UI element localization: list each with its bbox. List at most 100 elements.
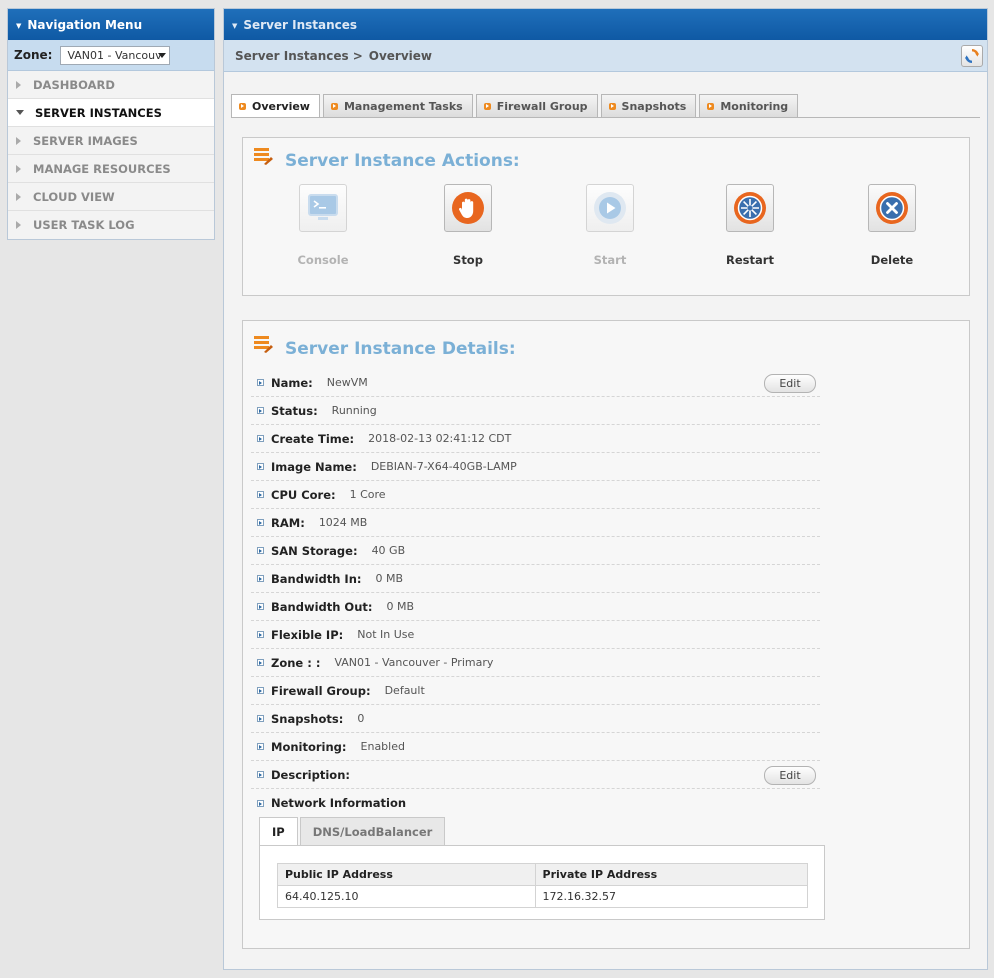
detail-value: 0 [357,712,365,725]
detail-key: Bandwidth In: [271,571,362,586]
navigation-title: Navigation Menu [27,17,143,32]
tab-dns-loadbalancer[interactable]: DNS/LoadBalancer [299,817,446,845]
tab-bullet-icon [239,103,246,110]
delete-label: Delete [870,253,914,267]
start-action: Start [570,184,650,267]
zone-label: Zone: [14,48,53,62]
detail-row-create-time: Create Time: 2018-02-13 02:41:12 CDT [251,425,820,453]
ip-address-table: Public IP Address Private IP Address 64.… [277,863,809,908]
tab-management-tasks[interactable]: Management Tasks [322,94,473,117]
document-list-icon [254,148,273,165]
detail-row-san-storage: SAN Storage: 40 GB [251,537,820,565]
detail-row-name: Name: NewVM Edit [251,369,820,397]
detail-key: RAM: [271,515,305,530]
detail-value: Not In Use [357,628,415,641]
tab-ip[interactable]: IP [259,817,298,845]
nav-item-label: SERVER IMAGES [33,133,138,148]
detail-key: Zone : : [271,655,321,670]
bullet-icon [257,603,264,610]
detail-key: Description: [271,767,350,782]
zone-select-value: VAN01 - Vancouv [67,48,162,62]
edit-description-button[interactable]: Edit [764,766,816,785]
bullet-icon [257,547,264,554]
delete-button[interactable] [868,184,916,232]
column-header-private-ip: Private IP Address [534,863,809,886]
detail-row-flexible-ip: Flexible IP: Not In Use [251,621,820,649]
stop-button[interactable] [444,184,492,232]
detail-value: 40 GB [371,544,406,557]
detail-key: Name: [271,375,313,390]
nav-item-cloud-view[interactable]: CLOUD VIEW [8,183,214,211]
server-instance-actions: Server Instance Actions: Console Stop St… [242,137,970,296]
navigation-header[interactable]: ▼ Navigation Menu [8,9,214,40]
detail-row-zone: Zone : : VAN01 - Vancouver - Primary [251,649,820,677]
bullet-icon [257,631,264,638]
detail-key: Network Information [271,796,407,810]
tab-label: Snapshots [621,99,687,113]
zone-selector-row: Zone: VAN01 - Vancouv [8,40,214,71]
bullet-icon [257,491,264,498]
detail-key: Image Name: [271,459,357,474]
tab-label: Monitoring [720,99,789,113]
bullet-icon [257,743,264,750]
restart-icon [734,192,766,224]
detail-row-network-information: Network Information [251,789,820,817]
document-list-icon [254,336,273,353]
nav-item-server-images[interactable]: SERVER IMAGES [8,127,214,155]
detail-key: Bandwidth Out: [271,599,373,614]
bullet-icon [257,407,264,414]
chevron-down-icon [158,52,167,58]
expand-arrow-icon [16,164,21,173]
collapse-arrow-icon: ▼ [16,21,22,30]
main-title: Server Instances [243,17,358,32]
tab-bullet-icon [707,102,715,110]
detail-value: 0 MB [386,600,415,613]
detail-value: Enabled [360,740,405,753]
refresh-button[interactable] [961,45,983,67]
server-instance-details: Server Instance Details: Name: NewVM Edi… [242,320,970,949]
nav-item-server-instances[interactable]: SERVER INSTANCES [8,99,214,127]
expand-arrow-icon [16,136,21,145]
collapse-arrow-icon: ▼ [232,21,238,30]
start-button[interactable] [586,184,634,232]
restart-button[interactable] [726,184,774,232]
breadcrumb-item-server-instances[interactable]: Server Instances [235,49,349,63]
detail-key: Monitoring: [271,739,347,754]
private-ip-cell: 172.16.32.57 [534,885,809,908]
console-button[interactable] [299,184,347,232]
tab-overview[interactable]: Overview [231,94,320,118]
zone-select[interactable]: VAN01 - Vancouv [60,45,171,65]
nav-item-label: USER TASK LOG [33,218,135,232]
tab-snapshots[interactable]: Snapshots [600,94,697,117]
tab-firewall-group[interactable]: Firewall Group [475,94,598,117]
expand-arrow-icon [16,221,21,229]
detail-key: Firewall Group: [271,683,371,698]
nav-item-label: CLOUD VIEW [33,189,115,204]
detail-key: CPU Core: [271,487,336,502]
nav-item-user-task-log[interactable]: USER TASK LOG [8,211,214,239]
console-icon [308,194,338,220]
main-header[interactable]: ▼ Server Instances [224,9,987,40]
tab-monitoring[interactable]: Monitoring [699,94,799,117]
tab-label: Management Tasks [343,99,463,113]
nav-item-dashboard[interactable]: DASHBOARD [8,71,214,99]
public-ip-cell: 64.40.125.10 [277,885,536,908]
breadcrumb-separator: > [352,48,363,63]
start-label: Start [593,253,627,267]
edit-name-button[interactable]: Edit [764,374,816,393]
network-tab-content: Public IP Address Private IP Address 64.… [259,845,825,920]
bullet-icon [257,379,264,386]
navigation-panel: ▼ Navigation Menu Zone: VAN01 - Vancouv … [7,8,215,240]
tab-label: Firewall Group [496,99,588,113]
play-icon [594,192,626,224]
stop-label: Stop [453,253,483,267]
nav-item-manage-resources[interactable]: MANAGE RESOURCES [8,155,214,183]
breadcrumb: Server Instances > Overview [224,40,987,72]
detail-row-firewall-group: Firewall Group: Default [251,677,820,705]
bullet-icon [257,659,264,666]
bullet-icon [257,519,264,526]
instance-tabs: Overview Management Tasks Firewall Group… [231,94,801,118]
stop-action: Stop [428,184,508,267]
detail-row-bandwidth-out: Bandwidth Out: 0 MB [251,593,820,621]
bullet-icon [257,771,264,778]
